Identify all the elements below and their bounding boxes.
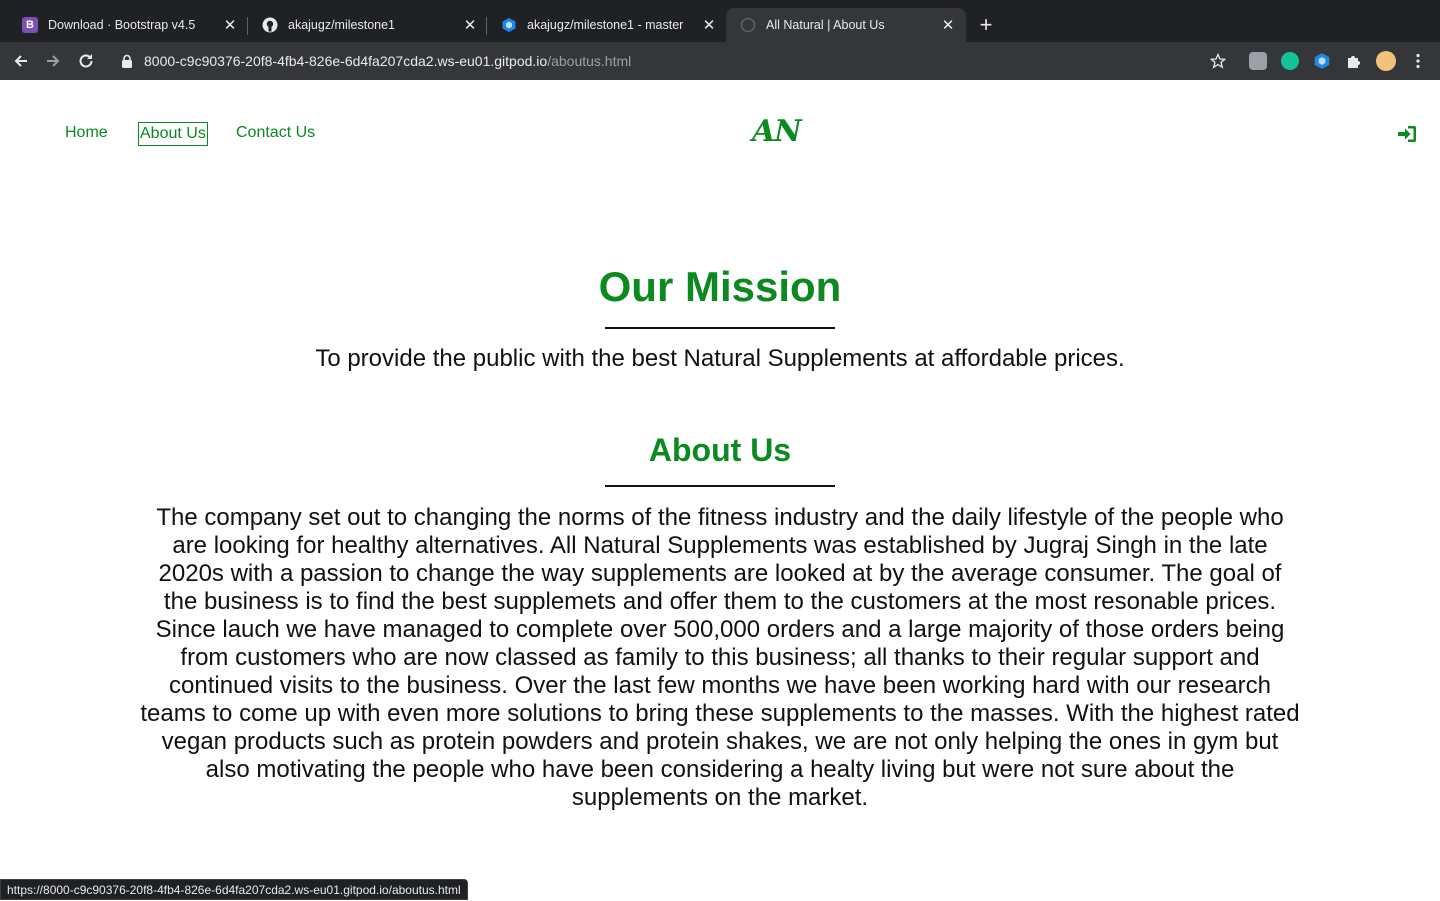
browser-tab-strip: B Download · Bootstrap v4.5 ✕ akajugz/mi…: [0, 0, 1440, 42]
avatar[interactable]: [1376, 51, 1396, 71]
about-text: The company set out to changing the norm…: [140, 504, 1300, 811]
close-icon[interactable]: ✕: [701, 16, 717, 34]
close-icon[interactable]: ✕: [462, 16, 478, 34]
heading-divider: [605, 485, 835, 487]
nav-link-contact-us[interactable]: Contact Us: [235, 122, 316, 144]
mission-heading: Our Mission: [598, 263, 842, 310]
browser-tab-active[interactable]: All Natural | About Us ✕: [726, 8, 966, 42]
bookmark-star-button[interactable]: [1205, 48, 1231, 74]
close-icon[interactable]: ✕: [940, 16, 956, 34]
browser-tab-github[interactable]: akajugz/milestone1 ✕: [248, 8, 488, 42]
browser-tab-gitpod[interactable]: akajugz/milestone1 - master ✕: [487, 8, 727, 42]
arrow-right-icon: [47, 55, 60, 67]
tab-title: akajugz/milestone1 - master: [527, 18, 684, 32]
page-content: Home About Us Contact Us AN Our Mission …: [0, 80, 1440, 900]
forward-button[interactable]: [40, 48, 66, 74]
tab-title: Download · Bootstrap v4.5: [48, 18, 196, 32]
status-url-tooltip: https://8000-c9c90376-20f8-4fb4-826e-6d4…: [0, 879, 468, 900]
heading-divider: [605, 327, 835, 329]
mission-text: To provide the public with the best Natu…: [315, 345, 1125, 372]
back-button[interactable]: [8, 48, 34, 74]
puzzle-icon[interactable]: [1345, 52, 1363, 70]
grammarly-icon[interactable]: [1281, 52, 1299, 70]
gitpod-icon: [501, 17, 517, 33]
reload-button[interactable]: [73, 48, 99, 74]
star-icon: [1209, 52, 1227, 69]
browser-tab-bootstrap[interactable]: B Download · Bootstrap v4.5 ✕: [8, 8, 248, 42]
sign-in-icon[interactable]: [1397, 125, 1417, 143]
kebab-menu-icon: [1416, 53, 1420, 69]
address-bar[interactable]: 8000-c9c90376-20f8-4fb4-826e-6d4fa207cda…: [110, 46, 1240, 76]
site-navbar: Home About Us Contact Us AN: [0, 80, 1440, 190]
lock-icon: [122, 54, 132, 68]
nav-link-home[interactable]: Home: [64, 122, 109, 144]
new-tab-button[interactable]: +: [972, 12, 1000, 40]
close-icon[interactable]: ✕: [222, 16, 238, 34]
tab-title: All Natural | About Us: [766, 18, 885, 32]
nav-link-about-us[interactable]: About Us: [138, 122, 208, 146]
about-heading: About Us: [648, 432, 792, 468]
url-host: 8000-c9c90376-20f8-4fb4-826e-6d4fa207cda…: [144, 53, 548, 69]
bootstrap-icon: B: [22, 17, 38, 33]
site-logo[interactable]: AN: [752, 114, 802, 149]
globe-icon: [740, 17, 756, 33]
arrow-left-icon: [14, 55, 27, 67]
url-path: /aboutus.html: [547, 53, 632, 69]
url-text: 8000-c9c90376-20f8-4fb4-826e-6d4fa207cda…: [144, 53, 631, 69]
tab-title: akajugz/milestone1: [288, 18, 396, 32]
github-icon: [262, 17, 278, 33]
extension-icon[interactable]: [1249, 52, 1267, 70]
reload-icon: [79, 54, 93, 68]
browser-menu-button[interactable]: [1405, 48, 1431, 74]
gitpod-extension-icon[interactable]: [1313, 52, 1331, 70]
browser-toolbar: 8000-c9c90376-20f8-4fb4-826e-6d4fa207cda…: [0, 42, 1440, 80]
